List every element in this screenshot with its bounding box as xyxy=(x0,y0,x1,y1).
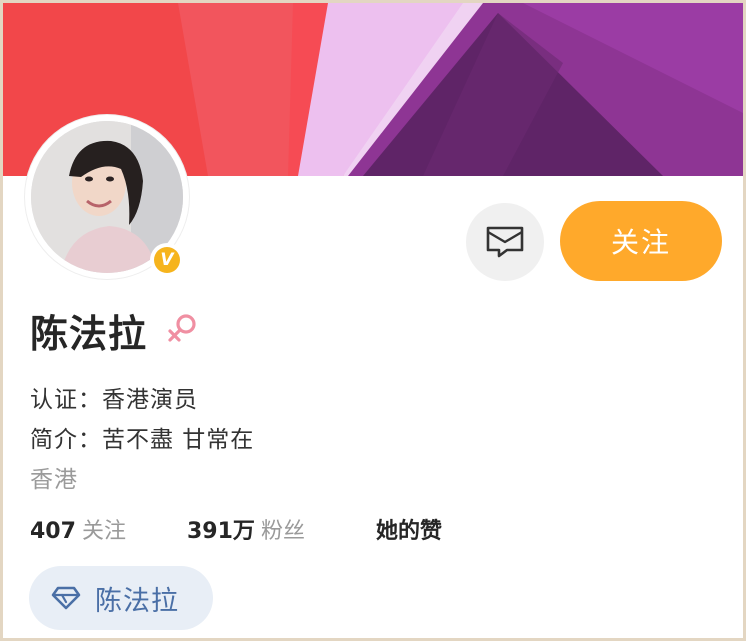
female-icon xyxy=(168,314,196,342)
profile-card: V 关注 陈法拉 认证：香港演员 简介：苦不盡 甘常在 香港 407 关注 391… xyxy=(3,3,743,638)
following-label: 关注 xyxy=(81,519,126,544)
fan-group-label: 陈法拉 xyxy=(95,585,179,617)
message-icon xyxy=(486,226,524,258)
likes-stat[interactable]: 她的赞 xyxy=(376,513,442,545)
following-stat[interactable]: 407 关注 xyxy=(30,513,126,545)
profile-name: 陈法拉 xyxy=(30,312,148,356)
follow-button[interactable]: 关注 xyxy=(560,201,722,281)
message-button[interactable] xyxy=(466,203,544,281)
verified-badge: V xyxy=(150,243,184,277)
followers-stat[interactable]: 391万 粉丝 xyxy=(187,513,305,545)
following-count: 407 xyxy=(30,519,76,544)
diamond-icon xyxy=(51,586,81,610)
verification-info: 认证：香港演员 xyxy=(30,387,198,413)
fan-group-tag[interactable]: 陈法拉 xyxy=(29,566,213,630)
likes-label: 她的赞 xyxy=(376,519,443,544)
bio: 简介：苦不盡 甘常在 xyxy=(30,427,255,453)
followers-count: 391万 xyxy=(187,519,255,544)
location: 香港 xyxy=(30,467,78,493)
followers-label: 粉丝 xyxy=(260,519,305,544)
